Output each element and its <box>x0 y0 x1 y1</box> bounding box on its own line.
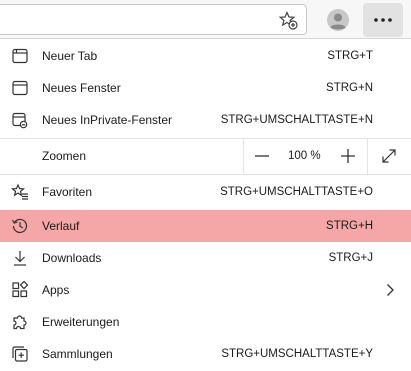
menu-item-label: Downloads <box>42 251 102 265</box>
more-button[interactable] <box>363 3 403 37</box>
collections-icon <box>10 344 30 364</box>
plus-icon <box>341 149 355 163</box>
menu-item-shortcut: STRG+UMSCHALTTASTE+Y <box>221 348 373 360</box>
menu-item-collections[interactable]: Sammlungen STRG+UMSCHALTTASTE+Y <box>0 338 411 370</box>
menu-item-new-inprivate-window[interactable]: Neues InPrivate-Fenster STRG+UMSCHALTTAS… <box>0 104 411 136</box>
zoom-control: 100 % <box>243 138 368 174</box>
menu-item-label: Neues InPrivate-Fenster <box>42 113 173 127</box>
menu-item-history[interactable]: Verlauf STRG+H <box>0 210 411 242</box>
menu-item-label: Neuer Tab <box>42 49 98 63</box>
minus-icon <box>255 155 269 157</box>
extensions-icon <box>10 312 30 332</box>
menu-item-label: Erweiterungen <box>42 315 120 329</box>
menu-item-label: Neues Fenster <box>42 81 121 95</box>
menu-item-downloads[interactable]: Downloads STRG+J <box>0 242 411 274</box>
menu-item-shortcut: STRG+T <box>327 50 373 62</box>
inprivate-icon <box>10 110 30 130</box>
menu-item-shortcut: STRG+J <box>328 252 373 264</box>
menu-item-new-window[interactable]: Neues Fenster STRG+N <box>0 72 411 104</box>
add-favorite-icon[interactable] <box>277 9 299 31</box>
history-icon <box>10 216 30 236</box>
zoom-out-button[interactable] <box>252 146 272 166</box>
divider <box>0 174 411 175</box>
zoom-in-button[interactable] <box>338 146 358 166</box>
menu-item-label: Sammlungen <box>42 347 113 361</box>
fullscreen-icon <box>382 149 396 163</box>
menu-item-shortcut: STRG+N <box>326 82 373 94</box>
zoom-value: 100 % <box>288 150 321 162</box>
menu-item-favorites[interactable]: Favoriten STRG+UMSCHALTTASTE+O <box>0 176 411 208</box>
favorites-icon <box>10 182 30 202</box>
new-tab-icon <box>10 46 30 66</box>
browser-toolbar <box>0 0 411 40</box>
settings-menu: Neuer Tab STRG+T Neues Fenster STRG+N Ne… <box>0 38 411 371</box>
profile-icon[interactable] <box>324 6 352 34</box>
zoom-row: Zoomen 100 % <box>0 138 411 174</box>
chevron-right-icon <box>383 282 397 298</box>
download-icon <box>10 248 30 268</box>
address-bar[interactable] <box>0 4 307 35</box>
menu-item-label: Verlauf <box>42 219 80 233</box>
zoom-label: Zoomen <box>42 149 87 163</box>
menu-item-new-tab[interactable]: Neuer Tab STRG+T <box>0 40 411 72</box>
menu-item-shortcut: STRG+H <box>326 220 373 232</box>
fullscreen-button[interactable] <box>378 146 400 166</box>
apps-icon <box>10 280 30 300</box>
menu-item-apps[interactable]: Apps <box>0 274 411 306</box>
menu-item-extensions[interactable]: Erweiterungen <box>0 306 411 338</box>
menu-item-shortcut: STRG+UMSCHALTTASTE+N <box>220 114 373 126</box>
menu-item-label: Apps <box>42 283 70 297</box>
menu-item-shortcut: STRG+UMSCHALTTASTE+O <box>220 186 373 198</box>
menu-item-label: Favoriten <box>42 185 93 199</box>
more-icon <box>374 18 392 22</box>
new-window-icon <box>10 78 30 98</box>
